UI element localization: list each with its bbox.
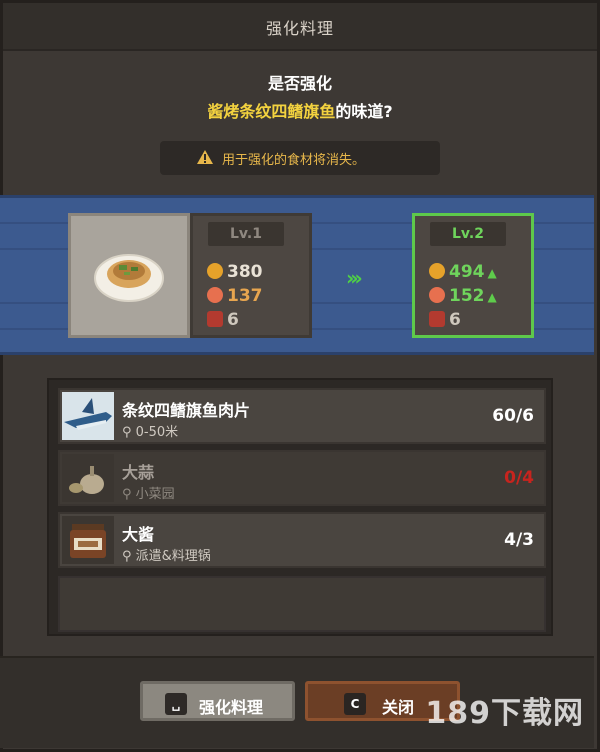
marlin-icon (62, 392, 114, 440)
location-pin-icon: ⚲ (122, 425, 136, 440)
next-portions-value: 6 (449, 310, 461, 330)
prompt-suffix: 的味道? (335, 102, 393, 121)
current-level-label: Lv.1 (208, 222, 284, 246)
garlic-icon (62, 454, 114, 502)
warning-icon (197, 150, 213, 164)
increase-arrow-icon: ▲ (487, 290, 497, 304)
ingredient-location: ⚲ 0-50米 (122, 425, 179, 440)
chopsticks-bowl-icon (429, 311, 445, 327)
enhance-button[interactable]: ␣ 强化料理 (140, 681, 295, 721)
ingredient-name: 条纹四鳍旗鱼肉片 (122, 401, 251, 420)
next-portions-stat: 6 (429, 310, 461, 332)
ingredient-name: 大蒜 (122, 463, 155, 482)
dialog-titlebar: 强化料理 (3, 3, 597, 51)
watermark: 189下载网 (425, 696, 584, 731)
current-appeal-value: 137 (227, 286, 263, 306)
current-price-value: 380 (227, 262, 263, 282)
face-icon (429, 287, 445, 303)
dialog-title: 强化料理 (265, 19, 334, 38)
coin-icon (429, 263, 445, 279)
warning-banner: 用于强化的食材将消失。 (160, 141, 440, 175)
close-button-label: 关闭 (382, 698, 415, 717)
dish-bowl-icon (94, 254, 164, 302)
current-appeal-stat: 137 (207, 286, 263, 308)
next-appeal-stat: 152 ▲ (429, 286, 497, 308)
next-level-label: Lv.2 (430, 222, 506, 246)
coin-icon (207, 263, 223, 279)
empty-ingredient-slot (58, 576, 546, 632)
ingredient-count: 4/3 (504, 530, 534, 550)
ingredient-row[interactable]: 大酱 ⚲ 派遣&料理锅 4/3 (58, 512, 546, 568)
warning-text: 用于强化的食材将消失。 (222, 153, 366, 168)
current-portions-value: 6 (227, 310, 239, 330)
next-price-value: 494 (449, 262, 485, 282)
ingredient-name: 大酱 (122, 525, 155, 544)
prompt-line1: 是否强化 (267, 74, 332, 93)
location-pin-icon: ⚲ (122, 487, 136, 502)
ingredient-location: ⚲ 派遣&料理锅 (122, 549, 211, 564)
increase-arrow-icon: ▲ (487, 266, 497, 280)
prompt-line2: 酱烤条纹四鳍旗鱼的味道? (0, 98, 600, 122)
soybean-paste-jar-icon (62, 516, 114, 564)
space-key-icon: ␣ (165, 693, 187, 715)
current-price-stat: 380 (207, 262, 263, 284)
dish-image-box (68, 213, 190, 338)
next-price-stat: 494 ▲ (429, 262, 497, 284)
ingredient-row[interactable]: 条纹四鳍旗鱼肉片 ⚲ 0-50米 60/6 (58, 388, 546, 444)
enhance-button-label: 强化料理 (199, 698, 264, 717)
ingredient-count: 0/4 (504, 468, 534, 488)
c-key-icon: C (344, 693, 366, 715)
current-portions-stat: 6 (207, 310, 239, 332)
face-icon (207, 287, 223, 303)
current-level-panel: Lv.1 380 137 6 (190, 213, 312, 338)
location-pin-icon: ⚲ (122, 549, 136, 564)
next-level-panel: Lv.2 494 ▲ 152 ▲ 6 (412, 213, 534, 338)
dish-name: 酱烤条纹四鳍旗鱼 (207, 102, 336, 121)
upgrade-arrow-icon: ››› (346, 266, 363, 290)
ingredient-list: 条纹四鳍旗鱼肉片 ⚲ 0-50米 60/6 大蒜 ⚲ 小菜园 0/4 大酱 ⚲ … (47, 378, 553, 636)
next-appeal-value: 152 (449, 286, 485, 306)
ingredient-location: ⚲ 小菜园 (122, 487, 175, 502)
ingredient-row[interactable]: 大蒜 ⚲ 小菜园 0/4 (58, 450, 546, 506)
ingredient-count: 60/6 (492, 406, 534, 426)
chopsticks-bowl-icon (207, 311, 223, 327)
